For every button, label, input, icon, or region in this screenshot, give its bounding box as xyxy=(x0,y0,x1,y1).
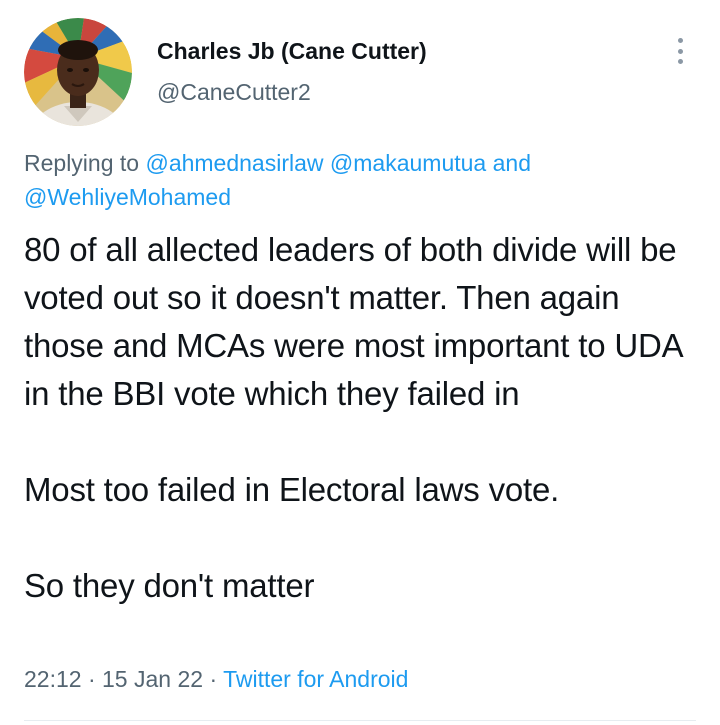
more-options-button[interactable] xyxy=(666,34,694,68)
replying-to-label: Replying to xyxy=(24,150,140,176)
mention-link[interactable]: @WehliyeMohamed xyxy=(24,184,231,210)
mention-link[interactable]: @makaumutua xyxy=(330,150,486,176)
meta-separator: · xyxy=(209,666,218,692)
more-vertical-icon-dot xyxy=(677,48,683,54)
avatar[interactable] xyxy=(24,18,132,126)
mention-link[interactable]: @ahmednasirlaw xyxy=(145,150,323,176)
tweet-time[interactable]: 22:12 xyxy=(24,666,82,692)
more-vertical-icon-dot xyxy=(677,59,683,64)
tweet-text: 80 of all allected leaders of both divid… xyxy=(24,231,682,604)
divider xyxy=(24,720,696,721)
more-vertical-icon xyxy=(677,38,683,43)
tweet-source-link[interactable]: Twitter for Android xyxy=(223,666,408,692)
author-display-name[interactable]: Charles Jb (Cane Cutter) xyxy=(157,38,427,65)
mention-joiner[interactable]: and xyxy=(493,150,531,176)
replying-to: Replying to @ahmednasirlaw @makaumutua a… xyxy=(24,146,684,214)
avatar-image xyxy=(24,18,132,126)
tweet-metadata: 22:12 · 15 Jan 22 · Twitter for Android xyxy=(24,666,408,693)
tweet-detail: Charles Jb (Cane Cutter) @CaneCutter2 Re… xyxy=(0,0,720,725)
tweet-date[interactable]: 15 Jan 22 xyxy=(102,666,203,692)
meta-separator: · xyxy=(87,666,96,692)
author-handle[interactable]: @CaneCutter2 xyxy=(157,79,311,106)
